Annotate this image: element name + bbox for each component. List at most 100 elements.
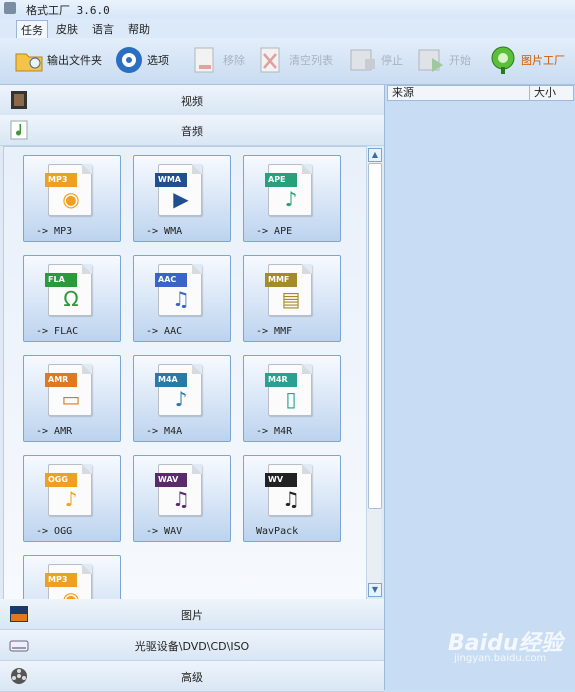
scroll-up-arrow-icon[interactable]: ▲ [368, 148, 382, 162]
green-note-icon: ♫ [282, 487, 300, 511]
category-optical-drive[interactable]: 光驱设备\DVD\CD\ISO [0, 630, 384, 661]
format-badge: MP3 [45, 173, 77, 187]
format-tile[interactable]: M4R ▯ -> M4R [243, 355, 341, 442]
category-advanced[interactable]: 高级 [0, 661, 384, 692]
speaker-icon: ◉ [62, 187, 80, 211]
file-icon: AMR ▭ [45, 364, 92, 416]
clear-list-button[interactable]: 清空列表 [256, 44, 333, 76]
menu-bar: 任务 皮肤 语言 帮助 [0, 18, 575, 40]
remove-icon [194, 47, 214, 73]
app-icon [4, 2, 16, 14]
format-tile[interactable]: AAC ♫ -> AAC [133, 255, 231, 342]
headphone-note-icon: ♪ [284, 187, 298, 211]
audio-format-grid: MP3 ◉ -> MP3 WMA ▶ -> WMA APE ♪ -> APE FLA Ω -> FLA… [3, 146, 367, 600]
format-badge: AAC [155, 273, 187, 287]
category-audio[interactable]: 音频 [0, 115, 384, 146]
format-badge: M4R [265, 373, 297, 387]
file-icon: MP3 ◉ [45, 564, 92, 599]
stop-label: 停止 [381, 54, 403, 67]
format-tile[interactable]: M4A ♪ -> M4A [133, 355, 231, 442]
format-tile[interactable]: MP3 ◉ [23, 555, 121, 599]
format-label: -> M4A [146, 426, 183, 437]
picture-factory-label: 图片工厂 [521, 54, 565, 67]
menu-language[interactable]: 语言 [88, 20, 118, 38]
remove-button[interactable]: 移除 [190, 44, 245, 76]
vertical-scrollbar[interactable]: ▲ ▼ [366, 147, 382, 597]
format-label: -> WAV [146, 526, 183, 537]
scroll-down-arrow-icon[interactable]: ▼ [368, 583, 382, 597]
category-video[interactable]: 视频 [0, 85, 384, 116]
scroll-thumb[interactable] [368, 163, 382, 509]
stop-icon [350, 49, 375, 71]
format-tile[interactable]: WMA ▶ -> WMA [133, 155, 231, 242]
format-label: -> MMF [256, 326, 293, 337]
format-label: -> M4R [256, 426, 293, 437]
toolbar: 输出文件夹 选项 移除 清空列表 停止 开始 图片工厂 [0, 38, 575, 85]
format-tile[interactable]: AMR ▭ -> AMR [23, 355, 121, 442]
note-disc-icon: ♪ [174, 387, 188, 411]
file-icon: MP3 ◉ [45, 164, 92, 216]
column-source[interactable]: 来源 [387, 85, 530, 101]
phone-icon: ▯ [285, 387, 297, 411]
options-label: 选项 [147, 54, 169, 67]
window-title: 格式工厂 3.6.0 [26, 4, 110, 17]
file-icon: OGG ♪ [45, 464, 92, 516]
category-picture[interactable]: 图片 [0, 599, 384, 630]
menu-task[interactable]: 任务 [16, 20, 48, 40]
start-button[interactable]: 开始 [416, 44, 471, 76]
menu-help[interactable]: 帮助 [124, 20, 154, 38]
picture-factory-button[interactable]: 图片工厂 [488, 44, 565, 76]
stop-button[interactable]: 停止 [348, 44, 403, 76]
start-label: 开始 [449, 54, 471, 67]
format-badge: AMR [45, 373, 77, 387]
column-size[interactable]: 大小 [529, 85, 574, 101]
format-badge: WMA [155, 173, 187, 187]
format-tile[interactable]: MMF ▤ -> MMF [243, 255, 341, 342]
watermark: Baidu经验 jingyan.baidu.com [448, 625, 568, 665]
options-button[interactable]: 选项 [114, 44, 169, 76]
task-list[interactable]: 来源 大小 [384, 85, 575, 690]
file-icon: APE ♪ [265, 164, 312, 216]
category-optical-label: 光驱设备\DVD\CD\ISO [134, 640, 250, 653]
format-tile[interactable]: FLA Ω -> FLAC [23, 255, 121, 342]
file-icon: WMA ▶ [155, 164, 202, 216]
clear-list-label: 清空列表 [289, 54, 333, 67]
format-label: -> APE [256, 226, 293, 237]
folder-icon [15, 53, 43, 72]
format-badge: APE [265, 173, 297, 187]
output-folder-button[interactable]: 输出文件夹 [14, 44, 102, 76]
file-icon: AAC ♫ [155, 264, 202, 316]
start-icon [418, 49, 443, 72]
format-tile[interactable]: APE ♪ -> APE [243, 155, 341, 242]
device-icon: ▭ [61, 387, 81, 411]
function-panel: 视频 音频 MP3 ◉ -> MP3 WMA ▶ -> WMA APE ♪ -> APE FLA Ω… [0, 85, 384, 692]
remove-label: 移除 [223, 54, 245, 67]
format-badge: WAV [155, 473, 187, 487]
file-icon: M4A ♪ [155, 364, 202, 416]
category-audio-label: 音频 [181, 125, 203, 138]
clear-list-icon [260, 47, 280, 73]
format-tile[interactable]: OGG ♪ -> OGG [23, 455, 121, 542]
format-label: -> WMA [146, 226, 183, 237]
menu-skin[interactable]: 皮肤 [52, 20, 82, 38]
format-badge: MP3 [45, 573, 77, 587]
note-icon: ♪ [64, 487, 78, 511]
format-badge: OGG [45, 473, 77, 487]
format-tile[interactable]: MP3 ◉ -> MP3 [23, 155, 121, 242]
format-tile[interactable]: WAV ♫ -> WAV [133, 455, 231, 542]
format-label: WavPack [256, 526, 299, 537]
category-picture-label: 图片 [181, 609, 203, 622]
format-badge: MMF [265, 273, 297, 287]
options-icon [116, 47, 142, 73]
output-folder-label: 输出文件夹 [47, 54, 102, 67]
category-advanced-label: 高级 [181, 671, 203, 684]
format-label: -> OGG [36, 526, 73, 537]
document-icon: ▤ [281, 287, 301, 311]
watermark-url: jingyan.baidu.com [454, 653, 547, 664]
headphones-icon: Ω [63, 287, 79, 311]
format-tile[interactable]: WV ♫ WavPack [243, 455, 341, 542]
file-icon: WV ♫ [265, 464, 312, 516]
file-icon: FLA Ω [45, 264, 92, 316]
format-badge: FLA [45, 273, 77, 287]
format-label: -> FLAC [36, 326, 79, 337]
